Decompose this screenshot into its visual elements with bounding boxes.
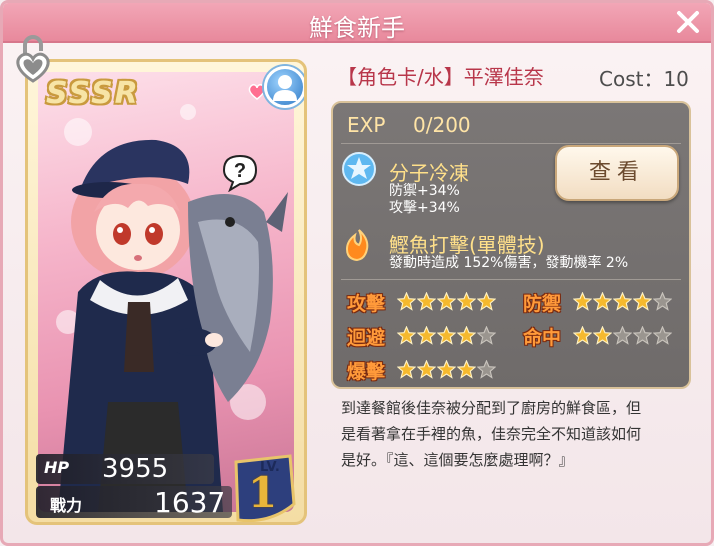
level-badge: LV. 1 — [230, 454, 300, 522]
hp-value: 3955 — [102, 454, 169, 484]
star-filled-icon — [417, 326, 436, 345]
star-filled-icon — [477, 292, 496, 311]
skill-1-desc-line-2: 攻擊+34% — [389, 200, 460, 216]
fire-icon — [345, 229, 369, 262]
star-filled-icon — [633, 292, 652, 311]
stat-stars-defense — [573, 292, 672, 312]
description-line: 到達餐館後佳奈被分配到了廚房的鮮食區，但 — [341, 399, 642, 417]
power-row: 戰力 1637 — [36, 486, 232, 519]
star-empty-icon — [477, 360, 496, 379]
skill-1-name: 分子冷凍 — [389, 161, 469, 185]
dialog-frame: 鮮食新手 SSSR ? HP 3955 戰力 1637 LV. 1 【角色卡/水… — [0, 0, 714, 546]
character-illustration — [56, 104, 288, 512]
skill-2-name: 鰹魚打擊(單體技) — [389, 233, 545, 257]
stat-stars-critical — [397, 360, 496, 380]
dialog-title: 鮮食新手 — [309, 14, 405, 42]
question-bubble-icon: ? — [222, 154, 258, 192]
hp-row: HP 3955 — [36, 454, 214, 484]
star-empty-icon — [477, 326, 496, 345]
star-filled-icon — [593, 292, 612, 311]
star-filled-icon — [437, 292, 456, 311]
card-description: 到達餐館後佳奈被分配到了廚房的鮮食區，但 是看著拿在手裡的魚，佳奈完全不知道該如… — [341, 395, 691, 475]
card-artwork: SSSR ? — [38, 72, 294, 512]
hp-label: HP — [44, 458, 70, 477]
divider — [341, 279, 681, 280]
star-filled-icon — [397, 326, 416, 345]
star-empty-icon — [653, 292, 672, 311]
stat-label-critical: 爆擊 — [347, 361, 386, 383]
exp-label: EXP — [347, 113, 386, 137]
user-silhouette-icon — [273, 75, 297, 101]
card-name: 【角色卡/水】平澤佳奈 — [337, 65, 544, 89]
skill-1-desc-line-1: 防禦+34% — [389, 183, 460, 199]
description-line: 是好。『這、這個要怎麼處理啊？』 — [341, 451, 574, 469]
info-panel: EXP 0/200 分子冷凍 防禦+34% 攻擊+34% 查看 鰹魚打擊(單體技… — [331, 101, 691, 389]
view-button[interactable]: 查看 — [555, 145, 679, 201]
star-empty-icon — [653, 326, 672, 345]
stat-label-accuracy: 命中 — [523, 327, 562, 349]
star-filled-icon — [457, 360, 476, 379]
level-value: 1 — [248, 468, 278, 517]
close-icon — [677, 11, 699, 33]
star-filled-icon — [573, 326, 592, 345]
stat-stars-attack — [397, 292, 496, 312]
star-filled-icon — [457, 292, 476, 311]
stat-label-evasion: 迴避 — [347, 327, 386, 349]
lock-heart-icon[interactable] — [11, 31, 55, 87]
star-filled-icon — [417, 292, 436, 311]
stat-stars-evasion — [397, 326, 496, 346]
exp-value: 0/200 — [413, 113, 471, 137]
star-filled-icon — [593, 326, 612, 345]
star-filled-icon — [417, 360, 436, 379]
power-label: 戰力 — [50, 496, 83, 515]
power-value: 1637 — [154, 486, 226, 519]
divider — [341, 143, 681, 144]
rarity-badge: SSSR — [46, 76, 140, 111]
close-button[interactable] — [673, 7, 703, 37]
blue-star-icon — [342, 152, 376, 186]
stat-stars-accuracy — [573, 326, 672, 346]
character-card[interactable]: SSSR ? HP 3955 戰力 1637 LV. 1 — [25, 59, 307, 525]
star-filled-icon — [457, 326, 476, 345]
star-filled-icon — [397, 292, 416, 311]
skill-2-desc-line-1: 發動時造成 152%傷害，發動機率 2% — [389, 255, 629, 271]
star-filled-icon — [573, 292, 592, 311]
star-filled-icon — [397, 360, 416, 379]
stats-panel: HP 3955 戰力 1637 — [36, 454, 232, 519]
stat-label-defense: 防禦 — [523, 293, 562, 315]
star-filled-icon — [437, 326, 456, 345]
avatar-icon[interactable] — [264, 66, 304, 108]
star-empty-icon — [613, 326, 632, 345]
star-filled-icon — [613, 292, 632, 311]
card-cost: Cost：10 — [599, 67, 689, 91]
star-filled-icon — [437, 360, 456, 379]
svg-text:?: ? — [234, 160, 246, 182]
description-line: 是看著拿在手裡的魚，佳奈完全不知道該如何 — [341, 425, 642, 443]
star-empty-icon — [633, 326, 652, 345]
stat-label-attack: 攻擊 — [347, 293, 386, 315]
title-bar: 鮮食新手 — [3, 3, 711, 43]
